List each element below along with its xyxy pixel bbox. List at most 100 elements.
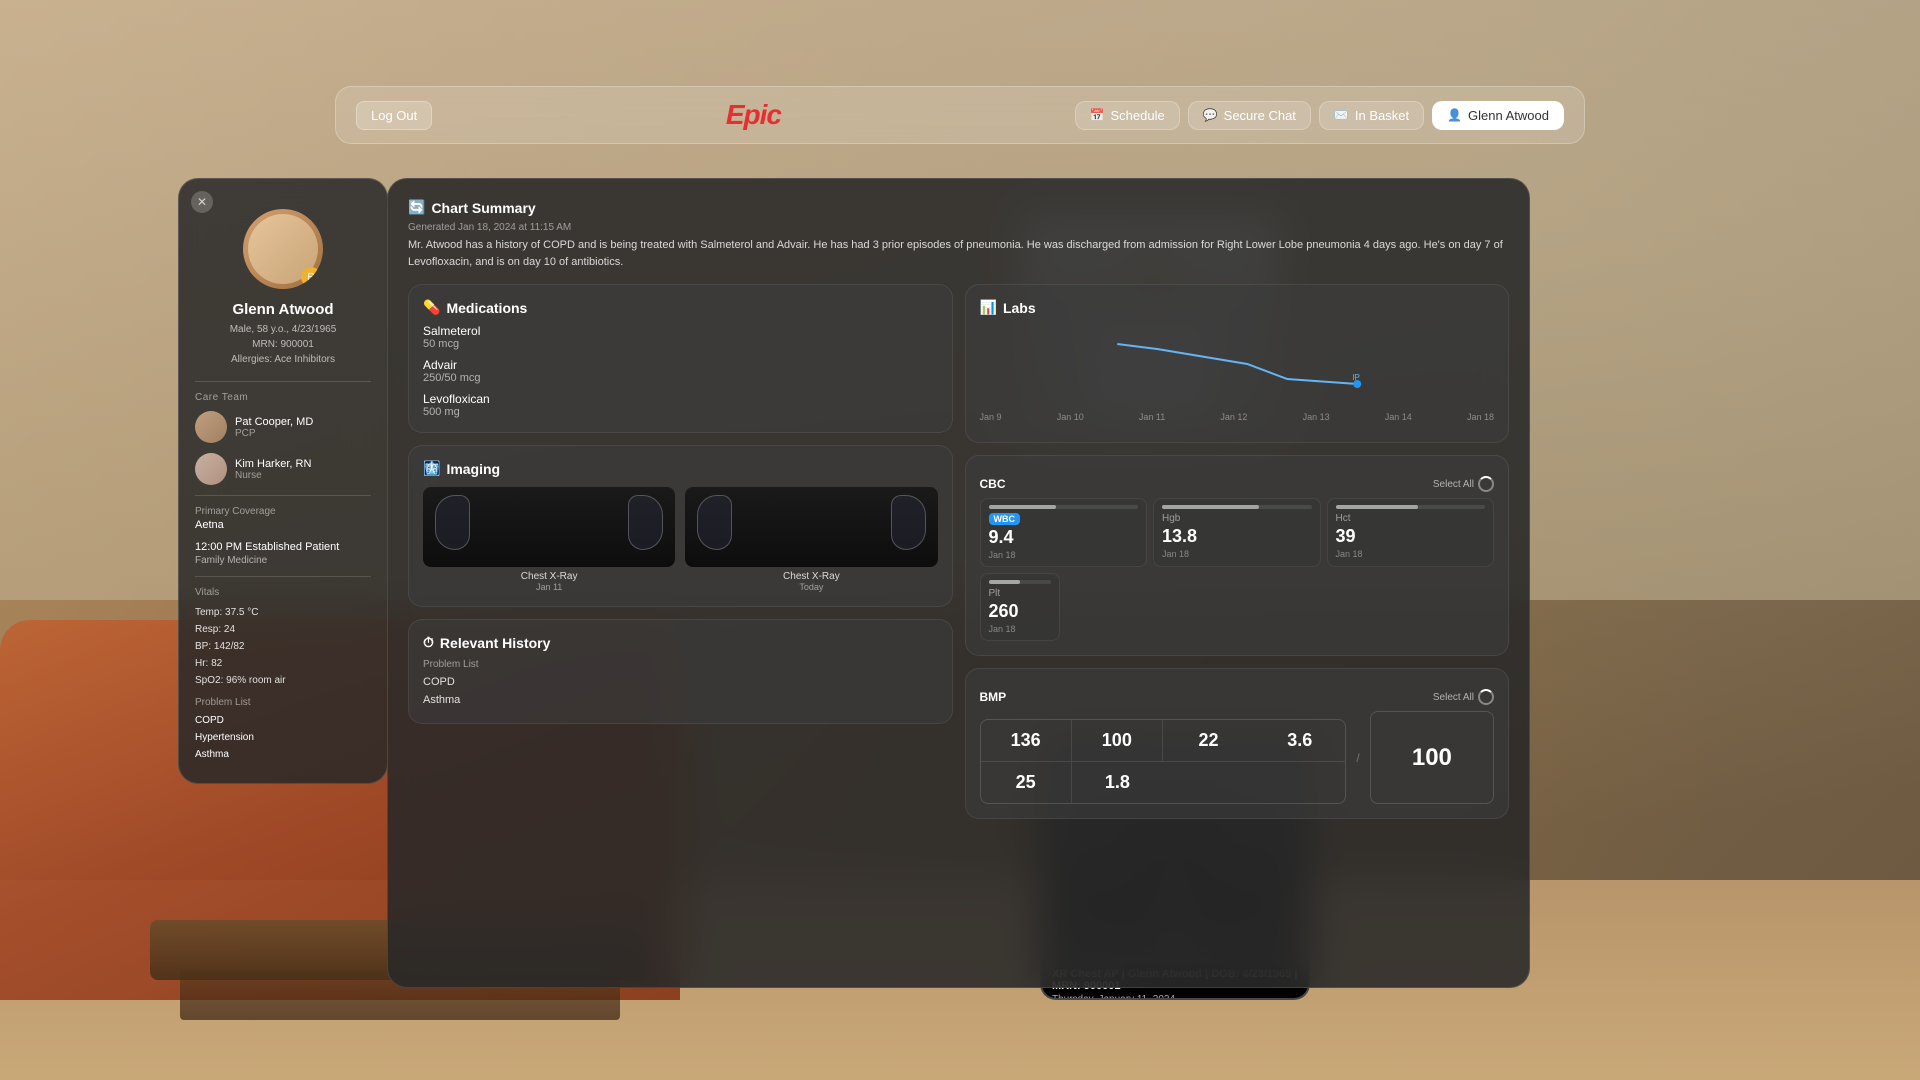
xray-jan11[interactable]: Chest X-Ray Jan 11 xyxy=(423,487,675,592)
bmp-bun: 22 xyxy=(1163,720,1254,762)
pcp-role: PCP xyxy=(235,428,313,439)
wbc-value: 9.4 xyxy=(989,527,1139,548)
tab-patient[interactable]: 👤 Glenn Atwood xyxy=(1432,101,1564,130)
cbc-refresh-icon[interactable] xyxy=(1478,476,1494,492)
plt-date: Jan 18 xyxy=(989,624,1051,634)
medications-title: 💊 Medications xyxy=(423,299,938,316)
wbc-date: Jan 18 xyxy=(989,550,1139,560)
lab-cell-hgb: Hgb 13.8 Jan 18 xyxy=(1153,498,1321,567)
tab-schedule[interactable]: 📅 Schedule xyxy=(1075,101,1180,130)
date-jan11: Jan 11 xyxy=(1139,412,1165,422)
epic-logo: Epic xyxy=(726,99,781,131)
labs-dates: Jan 9 Jan 10 Jan 11 Jan 12 Jan 13 Jan 14… xyxy=(980,412,1495,422)
bmp-select-label: Select All xyxy=(1433,692,1474,703)
vitals-label: Vitals xyxy=(195,587,371,598)
divider-2 xyxy=(195,495,371,496)
vitals-list: Temp: 37.5 °C Resp: 24 BP: 142/82 Hr: 82… xyxy=(195,604,371,689)
cbc-select-all[interactable]: Select All xyxy=(1433,476,1494,492)
vital-hr: Hr: 82 xyxy=(195,655,371,672)
hct-bar-fill xyxy=(1336,505,1418,509)
bmp-co2: 25 xyxy=(981,762,1072,803)
patient-name: Glenn Atwood xyxy=(195,301,371,318)
left-column: 💊 Medications Salmeterol 50 mcg Advair 2… xyxy=(408,284,953,819)
coverage-label: Primary Coverage xyxy=(195,506,371,517)
user-icon: 👤 xyxy=(1447,108,1462,122)
hct-bar xyxy=(1336,505,1486,509)
tab-secure-chat-label: Secure Chat xyxy=(1224,108,1296,123)
bmp-card: BMP Select All 136 100 22 3.6 25 xyxy=(965,668,1510,819)
pcp-name: Pat Cooper, MD xyxy=(235,416,313,428)
labs-chart: IP xyxy=(980,324,1495,404)
labs-title: 📊 Labs xyxy=(980,299,1495,316)
hgb-value: 13.8 xyxy=(1162,526,1312,547)
xray-jan11-label: Chest X-Ray xyxy=(423,571,675,582)
problems-list: COPD Hypertension Asthma xyxy=(195,712,371,763)
plt-name: Plt xyxy=(989,588,1051,599)
appointment-type: Family Medicine xyxy=(195,555,371,566)
date-jan13: Jan 13 xyxy=(1303,412,1330,422)
relevant-history-card: ⏱ Relevant History Problem List COPD Ast… xyxy=(408,619,953,724)
tab-in-basket-label: In Basket xyxy=(1355,108,1409,123)
relevant-history-label: Relevant History xyxy=(440,635,550,651)
right-column: 📊 Labs IP Jan 9 Jan 10 Jan 11 Jan 12 Jan… xyxy=(965,284,1510,819)
xray-jan11-date: Jan 11 xyxy=(423,582,675,592)
wbc-bar xyxy=(989,505,1139,509)
xray-date: Thursday, January 11, 2024 xyxy=(1052,994,1298,1000)
logout-button[interactable]: Log Out xyxy=(356,101,432,130)
summary-generated: Generated Jan 18, 2024 at 11:15 AM xyxy=(408,222,1509,233)
tab-in-basket[interactable]: ✉️ In Basket xyxy=(1319,101,1424,130)
xray-today-image xyxy=(685,487,937,567)
summary-text: Mr. Atwood has a history of COPD and is … xyxy=(408,237,1509,270)
patient-demographics: Male, 58 y.o., 4/23/1965MRN: 900001Aller… xyxy=(195,322,371,367)
med-salmeterol-dose: 50 mcg xyxy=(423,338,938,350)
patient-avatar: R xyxy=(243,209,323,289)
rh-problem-label: Problem List xyxy=(423,659,938,670)
labs-card: 📊 Labs IP Jan 9 Jan 10 Jan 11 Jan 12 Jan… xyxy=(965,284,1510,443)
tab-secure-chat[interactable]: 💬 Secure Chat xyxy=(1188,101,1311,130)
sidebar-close-button[interactable]: ✕ xyxy=(191,191,213,213)
divider-3 xyxy=(195,576,371,577)
coverage-value: Aetna xyxy=(195,519,371,531)
xray-thumb-lung-left-2 xyxy=(697,495,732,550)
chart-summary-section: 🔄 Chart Summary Generated Jan 18, 2024 a… xyxy=(408,199,1509,270)
vital-bp: BP: 142/82 xyxy=(195,638,371,655)
med-advair: Advair 250/50 mcg xyxy=(423,358,938,384)
hgb-bar-fill xyxy=(1162,505,1259,509)
imaging-grid: Chest X-Ray Jan 11 Chest X-Ray Today xyxy=(423,487,938,592)
schedule-icon: 📅 xyxy=(1090,108,1105,122)
lab-cell-hct: Hct 39 Jan 18 xyxy=(1327,498,1495,567)
bmp-header: BMP Select All xyxy=(980,689,1495,705)
date-jan18: Jan 18 xyxy=(1467,412,1494,422)
cbc-card: CBC Select All WBC 9.4 xyxy=(965,455,1510,656)
chart-summary-title: 🔄 Chart Summary xyxy=(408,199,1509,216)
bmp-select-all[interactable]: Select All xyxy=(1433,689,1494,705)
care-avatar-pcp xyxy=(195,411,227,443)
date-jan12: Jan 12 xyxy=(1220,412,1247,422)
tab-patient-label: Glenn Atwood xyxy=(1468,108,1549,123)
bmp-grid: 136 100 22 3.6 25 1.8 xyxy=(980,719,1347,804)
appointment-text: 12:00 PM Established Patient xyxy=(195,541,371,553)
patient-badge: R xyxy=(301,267,321,287)
chart-panel: 🔄 Chart Summary Generated Jan 18, 2024 a… xyxy=(387,178,1530,988)
basket-icon: ✉️ xyxy=(1334,108,1349,122)
xray-thumb-lung-right xyxy=(628,495,663,550)
demographics-text: Male, 58 y.o., 4/23/1965MRN: 900001Aller… xyxy=(230,324,337,365)
xray-today[interactable]: Chest X-Ray Today xyxy=(685,487,937,592)
bmp-refresh-icon[interactable] xyxy=(1478,689,1494,705)
bmp-glucose: 100 xyxy=(1412,744,1452,772)
cbc-grid: WBC 9.4 Jan 18 Hgb 13.8 Jan 18 xyxy=(980,498,1495,567)
tab-schedule-label: Schedule xyxy=(1110,108,1164,123)
bmp-cl: 100 xyxy=(1072,720,1163,762)
cbc-header: CBC Select All xyxy=(980,476,1495,492)
rh-copd: COPD xyxy=(423,674,938,692)
imaging-icon: 🩻 xyxy=(423,460,440,477)
plt-bar xyxy=(989,580,1051,584)
problems-label: Problem List xyxy=(195,697,371,708)
imaging-label: Imaging xyxy=(446,461,500,477)
care-member-nurse: Kim Harker, RN Nurse xyxy=(195,453,371,485)
bmp-k: 3.6 xyxy=(1254,720,1345,762)
chat-icon: 💬 xyxy=(1203,108,1218,122)
hgb-date: Jan 18 xyxy=(1162,549,1312,559)
two-column-layout: 💊 Medications Salmeterol 50 mcg Advair 2… xyxy=(408,284,1509,819)
xray-today-date: Today xyxy=(685,582,937,592)
